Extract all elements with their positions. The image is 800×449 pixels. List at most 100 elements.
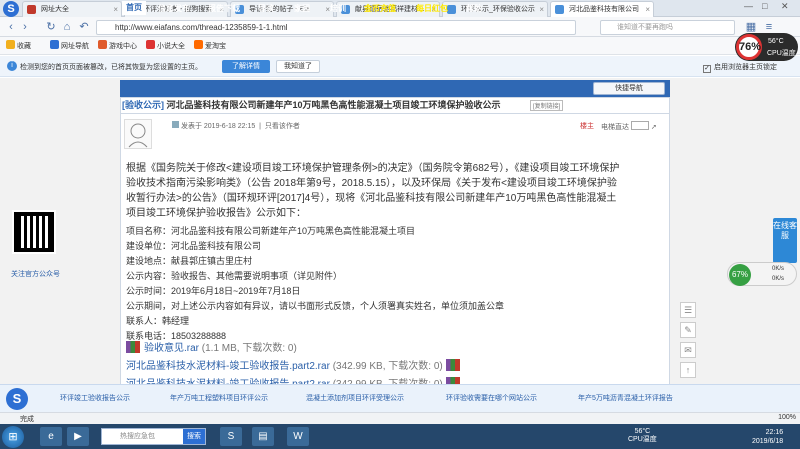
ribbon-link[interactable]: 年产万吨工程塑料项目环评公示 <box>170 393 268 406</box>
menu-home[interactable]: 首页 <box>122 1 146 15</box>
online-service-panel[interactable]: 在线客服 <box>773 218 797 263</box>
tab-label: 网址大全 <box>41 6 69 13</box>
attachment[interactable]: 验收意见.rar (1.1 MB, 下载次数: 0) <box>126 339 297 354</box>
learn-more-button[interactable]: 了解详情 <box>222 60 270 73</box>
search-button[interactable]: 搜索 <box>183 429 205 444</box>
search-box[interactable]: 谁知道不要再跑吗 <box>600 20 735 35</box>
folder-icon[interactable]: ▤ <box>252 427 274 446</box>
bookmarks-bar: 收藏 网址导航 游戏中心 小说大全 爱淘宝 <box>0 37 800 55</box>
menu-red-packet[interactable]: 每日红包 <box>416 3 448 14</box>
quick-nav-button[interactable]: 快捷导航 <box>593 82 665 95</box>
menu-info[interactable]: 信息发布 <box>158 3 190 14</box>
tab-label: 河北品鉴科技有限公司 <box>569 6 639 13</box>
recommend-ribbon: S 环评竣工验收报告公示 年产万吨工程塑料项目环评公示 混凝土添加剂项目环评受理… <box>0 384 800 412</box>
attachment[interactable]: 河北品鉴科技水泥材料-竣工验收报告.part2.rar (342.99 KB, … <box>126 357 464 372</box>
cpu-percent: 76% <box>736 34 762 60</box>
post-time: 发表于 2019-6-18 22:15 <box>180 123 256 130</box>
refresh-icon[interactable]: ↻ <box>44 20 58 34</box>
undo-icon[interactable]: ↶ <box>77 20 91 34</box>
ribbon-link[interactable]: 年产5万吨沥青混凝土环评报告 <box>578 393 673 406</box>
paragraph-line: 项目竣工环境保护验收报告》公示如下： <box>126 208 306 219</box>
taskbar-clock[interactable]: 22:16 2019/6/18 <box>752 428 783 446</box>
ribbon-link[interactable]: 混凝土添加剂项目环评受理公示 <box>306 393 404 406</box>
info-icon: i <box>7 61 17 71</box>
maximize-icon[interactable]: □ <box>762 1 767 11</box>
sogou-browser-icon[interactable]: S <box>220 427 242 446</box>
game-icon <box>98 40 107 49</box>
close-icon[interactable]: × <box>645 2 650 17</box>
divider <box>120 113 670 114</box>
cpu-temp-label: CPU温度 <box>767 50 796 57</box>
bookmark-taobao[interactable]: 爱淘宝 <box>194 40 226 51</box>
comment-icon[interactable]: ✎ <box>680 322 696 338</box>
attachment-link[interactable]: 河北品鉴科技水泥材料-竣工验收报告.part2.rar <box>126 361 330 372</box>
floor-input[interactable] <box>631 121 649 130</box>
post-category[interactable]: [验收公示] <box>122 100 164 110</box>
tab-3[interactable]: 导读-我的帖子 - Eia × <box>230 1 334 17</box>
bookmark-games[interactable]: 游戏中心 <box>98 40 137 51</box>
extension-icon[interactable]: ▦ <box>744 20 758 34</box>
copy-link-button[interactable]: [复制链接] <box>530 100 564 111</box>
detail-line: 联系人：韩经理 <box>126 316 190 326</box>
taobao-icon <box>194 40 203 49</box>
menu-reports[interactable]: 报告下载 <box>208 3 240 14</box>
forward-icon[interactable]: › <box>18 20 32 34</box>
cpu-gauge-widget[interactable]: 76% 56°C CPU温度 <box>735 33 798 61</box>
minimize-icon[interactable]: — <box>744 1 753 11</box>
dismiss-button[interactable]: 我知道了 <box>276 60 320 73</box>
detail-line: 公示时间：2019年6月18日~2019年7月18日 <box>126 286 301 296</box>
menu-home-garden[interactable]: 家园 <box>294 3 310 14</box>
menu-coins[interactable]: 金币充值 <box>364 3 396 14</box>
menu-training[interactable]: 培训 <box>330 3 346 14</box>
tab-1[interactable]: 网址大全 × <box>22 1 122 17</box>
attachment-link[interactable]: 验收意见.rar <box>144 343 199 354</box>
bookmark-nav[interactable]: 网址导航 <box>50 40 89 51</box>
attachment-meta: (342.99 KB, 下载次数: 0) <box>332 361 443 372</box>
tab-5[interactable]: 环评公示_环保验收公示 × <box>442 1 548 17</box>
paragraph-line: 收暂行办法>的公告》（国环规环评[2017]4号），现将《河北品鉴科技有限公司新… <box>126 193 617 204</box>
top-icon[interactable]: ↑ <box>680 362 696 378</box>
bookmark-favorites[interactable]: 收藏 <box>6 40 31 51</box>
bookmark-novels[interactable]: 小说大全 <box>146 40 185 51</box>
ribbon-link[interactable]: 环评验收需要在哪个网站公示 <box>446 393 537 406</box>
site-menu <box>120 80 670 97</box>
qr-label: 关注官方公众号 <box>11 271 60 278</box>
detail-line: 建设地点：献县郭庄镇古里庄村 <box>126 256 253 266</box>
mail-icon[interactable]: ✉ <box>680 342 696 358</box>
start-button[interactable]: ⊞ <box>2 426 24 448</box>
close-icon[interactable]: × <box>113 2 118 17</box>
post-icon <box>172 121 179 128</box>
paragraph-line: 验收技术指南污染影响类》（公告 2018年第9号，2018.5.15），以及环保… <box>126 178 617 189</box>
avatar[interactable] <box>124 119 152 149</box>
share-icon[interactable]: ☰ <box>680 302 696 318</box>
net-percent: 67% <box>729 264 751 286</box>
homepage-lock-checkbox[interactable]: ✓ 启用浏览器主页锁定 <box>703 62 777 73</box>
cpu-temp: 56°C <box>768 38 784 45</box>
go-icon[interactable]: ➚ <box>651 124 657 131</box>
browser-logo-icon[interactable]: S <box>3 1 19 17</box>
back-icon[interactable]: ‹ <box>4 20 18 34</box>
elevator-jump[interactable]: 电梯直达 ➚ <box>601 121 657 132</box>
network-monitor-widget[interactable]: 67% 0K/s 0K/s <box>727 262 797 286</box>
home-icon[interactable]: ⌂ <box>60 20 74 34</box>
close-window-icon[interactable]: ✕ <box>781 1 789 12</box>
floor-label: 楼主 <box>580 123 594 130</box>
menu-icon[interactable]: ≡ <box>762 20 776 34</box>
ribbon-link[interactable]: 环评竣工验收报告公示 <box>60 393 130 406</box>
url-text: http://www.eiafans.com/thread-1235859-1-… <box>115 23 288 32</box>
taskbar-search[interactable]: 热搜应急包 搜索 <box>101 428 206 445</box>
detail-line: 项目名称：河北品鉴科技有限公司新建年产10万吨黑色高性能混凝土项目 <box>126 226 416 236</box>
menu-guide[interactable]: 导读 <box>258 3 274 14</box>
author-only-link[interactable]: 只看该作者 <box>265 123 300 130</box>
ie-icon[interactable]: e <box>40 427 62 446</box>
zoom-level[interactable]: 100% <box>778 414 796 421</box>
star-icon <box>6 40 15 49</box>
menu-help[interactable]: 帮助 <box>466 3 482 14</box>
media-icon[interactable]: ▶ <box>67 427 89 446</box>
rar-file-icon <box>126 341 140 353</box>
address-bar[interactable]: http://www.eiafans.com/thread-1235859-1-… <box>96 20 576 35</box>
tab-6-active[interactable]: 河北品鉴科技有限公司 × <box>550 1 654 17</box>
download-speed: 0K/s <box>772 276 785 282</box>
word-icon[interactable]: W <box>287 427 309 446</box>
close-icon[interactable]: × <box>539 2 544 17</box>
